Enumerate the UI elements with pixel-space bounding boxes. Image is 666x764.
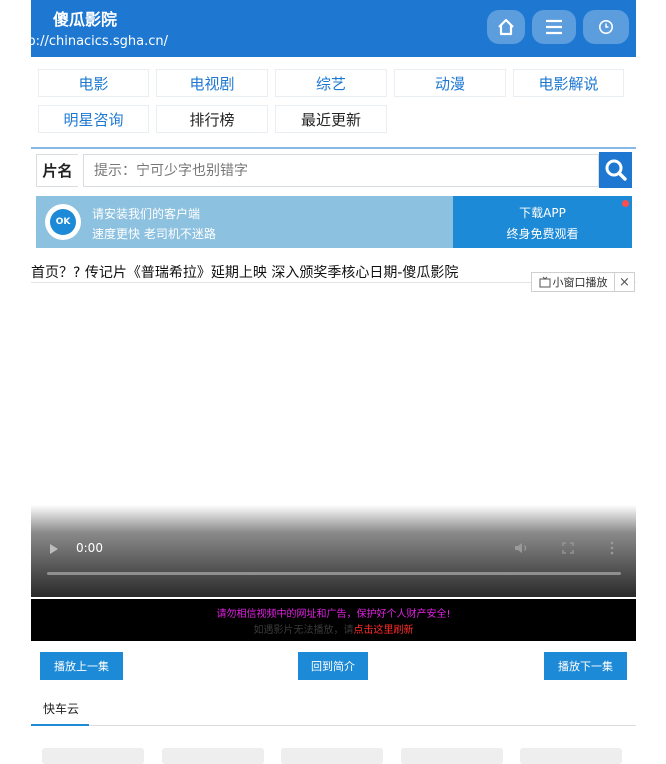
history-button[interactable] [583, 10, 629, 44]
search-input[interactable] [83, 154, 599, 187]
nav-item-anime[interactable]: 动漫 [394, 69, 506, 97]
nav-item-tv[interactable]: 电视剧 [156, 69, 268, 97]
more-options-icon[interactable] [610, 541, 614, 555]
notice-line2-text: 如遇影片无法播放，请 [253, 625, 354, 636]
notification-dot [622, 200, 629, 207]
site-url[interactable]: http://chinacics.sgha.cn/ [9, 34, 168, 49]
search-icon [605, 159, 627, 181]
mini-player-button[interactable]: 小窗口播放 [531, 272, 615, 292]
banner-line2: 速度更快 老司机不迷路 [92, 227, 216, 241]
source-tab-active[interactable]: 快车云 [43, 700, 79, 717]
nav-item-celebrity[interactable]: 明星咨询 [38, 105, 149, 133]
nav-item-ranking[interactable]: 排行榜 [156, 105, 268, 133]
progress-track[interactable] [47, 572, 621, 575]
episode-item[interactable] [42, 748, 144, 764]
next-episode-button[interactable]: 播放下一集 [544, 652, 627, 680]
notice-line1: 请勿相信视频中的网址和广告，保护好个人财产安全! [216, 609, 451, 620]
banner-line1: 请安装我们的客户端 [92, 207, 201, 221]
prev-episode-button[interactable]: 播放上一集 [40, 652, 123, 680]
history-icon [599, 20, 613, 34]
nav-item-movie[interactable]: 电影 [38, 69, 149, 97]
nav-item-commentary[interactable]: 电影解说 [513, 69, 624, 97]
episode-item[interactable] [520, 748, 622, 764]
nav-item-latest[interactable]: 最近更新 [275, 105, 387, 133]
mini-player-label: 小窗口播放 [552, 276, 608, 289]
search-label: 片名 [36, 154, 78, 187]
episode-item[interactable] [162, 748, 264, 764]
play-icon[interactable] [49, 543, 59, 555]
nav-item-variety[interactable]: 综艺 [275, 69, 387, 97]
site-name[interactable]: 傻瓜影院 [53, 6, 117, 30]
home-button[interactable] [487, 10, 525, 44]
fullscreen-icon[interactable] [562, 542, 574, 554]
mini-player-close-button[interactable]: × [615, 272, 635, 292]
download-app-title: 下载APP [519, 206, 566, 220]
safety-notice: 请勿相信视频中的网址和广告，保护好个人财产安全! 如遇影片无法播放，请点击这里刷… [31, 599, 636, 641]
video-player[interactable] [31, 505, 636, 597]
breadcrumb[interactable]: 首页？? 传记片《普瑞希拉》延期上映 深入颁奖季核心日期-傻瓜影院 [31, 262, 458, 282]
home-icon [498, 18, 514, 36]
tab-divider [89, 725, 636, 726]
back-to-intro-button[interactable]: 回到简介 [298, 652, 368, 680]
active-tab-underline [31, 724, 89, 726]
download-app-subtitle: 终身免费观看 [506, 227, 579, 241]
menu-icon [546, 19, 562, 35]
notice-line2: 如遇影片无法播放，请点击这里刷新 [31, 621, 636, 636]
refresh-link[interactable]: 点击这里刷新 [354, 625, 414, 636]
search-button[interactable] [599, 152, 632, 188]
episode-item[interactable] [401, 748, 503, 764]
episode-item[interactable] [281, 748, 383, 764]
current-time: 0:00 [76, 541, 103, 555]
menu-button[interactable] [532, 10, 576, 44]
volume-icon[interactable] [514, 541, 530, 555]
pip-icon [539, 276, 550, 288]
app-logo-icon: OK [45, 204, 81, 240]
divider [31, 147, 636, 149]
